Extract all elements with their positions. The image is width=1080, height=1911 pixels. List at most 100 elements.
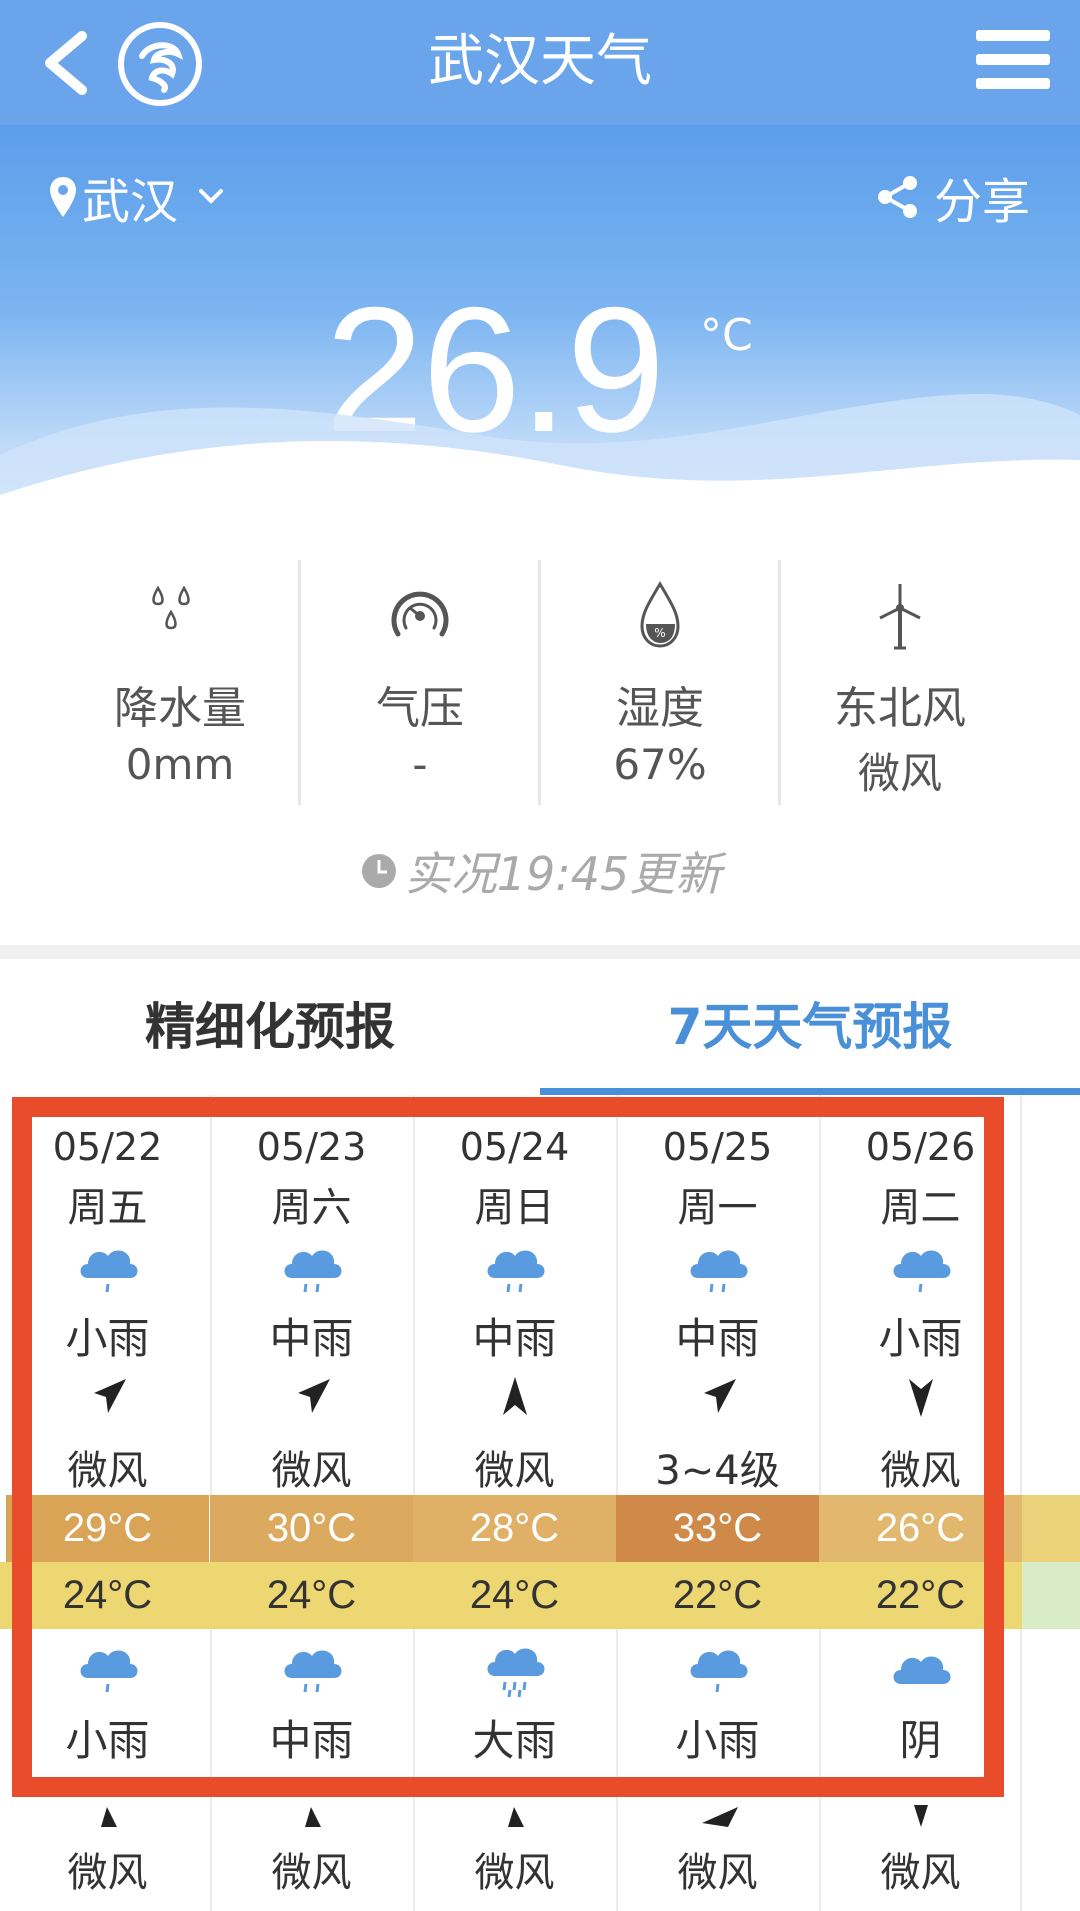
low-temp: 22°C xyxy=(616,1562,819,1629)
moderate-rain-icon xyxy=(210,1240,413,1300)
forecast-weekday: 周二 xyxy=(880,1185,961,1231)
forecast-day[interactable]: 05/23 周六 中雨 微风 30°C 24°C 中雨 微风 xyxy=(210,1095,413,1911)
low-temp: 24°C xyxy=(210,1562,413,1629)
tab-7day-forecast[interactable]: 7天天气预报 xyxy=(540,965,1080,1090)
light-rain-icon xyxy=(616,1640,819,1700)
wind-direction-arrow-icon xyxy=(6,1375,209,1425)
update-text: 实况19:45更新 xyxy=(404,847,722,901)
low-temp-band-edge xyxy=(1020,1562,1080,1629)
stat-humidity: % 湿度 67% xyxy=(540,560,780,805)
forecast-day[interactable]: 05/24 周日 中雨 微风 28°C 24°C 大雨 微风 xyxy=(413,1095,616,1911)
night-wind: 微风 xyxy=(880,1850,961,1896)
day-wind: 微风 xyxy=(880,1448,961,1494)
forecast-weekday: 周五 xyxy=(67,1185,148,1231)
forecast-day[interactable]: 05/22 周五 小雨 微风 29°C 24°C 小雨 微风 xyxy=(6,1095,209,1911)
pressure-gauge-icon xyxy=(391,591,449,637)
stat-label: 东北风 xyxy=(834,683,966,734)
section-divider xyxy=(0,945,1080,959)
day-condition: 中雨 xyxy=(269,1314,354,1363)
stat-value: 微风 xyxy=(857,749,942,798)
low-temp: 24°C xyxy=(413,1562,616,1629)
wind-direction-arrow-icon xyxy=(413,1375,616,1425)
cloudy-icon xyxy=(819,1640,1022,1700)
humidity-drop-icon: % xyxy=(640,581,680,648)
light-rain-icon xyxy=(819,1240,1022,1300)
forecast-grid[interactable]: 05/22 周五 小雨 微风 29°C 24°C 小雨 微风 05/23 周六 … xyxy=(0,1095,1080,1911)
active-tab-indicator xyxy=(540,1088,1080,1095)
page-title: 武汉天气 xyxy=(428,29,652,94)
share-icon xyxy=(877,176,917,218)
night-condition: 小雨 xyxy=(65,1716,150,1765)
high-temp: 28°C xyxy=(413,1495,616,1562)
forecast-date: 05/26 xyxy=(865,1125,976,1169)
night-condition: 阴 xyxy=(899,1716,942,1765)
current-weather-hero: 武汉 分享 26.9 °C xyxy=(0,125,1080,545)
night-wind: 微风 xyxy=(677,1850,758,1896)
forecast-weekday: 周一 xyxy=(677,1185,758,1231)
forecast-day[interactable]: 05/25 周一 中雨 3~4级 33°C 22°C 小雨 微风 xyxy=(616,1095,819,1911)
svg-text:%: % xyxy=(654,626,665,640)
wind-turbine-icon xyxy=(879,584,921,650)
raindrops-icon xyxy=(152,585,190,630)
stat-precipitation: 降水量 0mm xyxy=(60,560,300,805)
day-wind: 微风 xyxy=(67,1448,148,1494)
wind-direction-arrow-icon xyxy=(819,1375,1022,1425)
forecast-weekday: 周六 xyxy=(271,1185,352,1231)
wave-decoration xyxy=(0,394,1080,545)
moderate-rain-icon xyxy=(210,1640,413,1700)
high-temp: 30°C xyxy=(210,1495,413,1562)
wind-direction-arrow-icon xyxy=(210,1375,413,1425)
night-condition: 大雨 xyxy=(472,1716,557,1765)
night-condition: 小雨 xyxy=(675,1716,760,1765)
update-time: 实况19:45更新 xyxy=(0,838,1080,904)
stat-wind: 东北风 微风 xyxy=(780,560,1020,805)
night-wind-arrow-icon xyxy=(616,1797,819,1827)
light-rain-icon xyxy=(6,1240,209,1300)
location-selector[interactable]: 武汉 xyxy=(48,165,228,230)
stat-value: 0mm xyxy=(125,740,235,789)
night-wind: 微风 xyxy=(474,1850,555,1896)
stat-pressure: 气压 - xyxy=(300,560,540,805)
moderate-rain-icon xyxy=(616,1240,819,1300)
high-temp: 33°C xyxy=(616,1495,819,1562)
menu-button[interactable] xyxy=(976,30,1050,90)
wind-direction-arrow-icon xyxy=(616,1375,819,1425)
night-wind-arrow-icon xyxy=(413,1797,616,1827)
location-pin-icon xyxy=(50,177,76,217)
stat-label: 湿度 xyxy=(616,683,704,734)
tab-detailed-forecast[interactable]: 精细化预报 xyxy=(0,965,540,1090)
forecast-date: 05/24 xyxy=(459,1125,570,1169)
moderate-rain-icon xyxy=(413,1240,616,1300)
day-condition: 小雨 xyxy=(65,1314,150,1363)
stat-label: 气压 xyxy=(376,683,464,734)
day-condition: 中雨 xyxy=(675,1314,760,1363)
day-wind: 3~4级 xyxy=(655,1448,780,1494)
night-condition: 中雨 xyxy=(269,1716,354,1765)
stat-label: 降水量 xyxy=(114,683,246,734)
chevron-down-icon xyxy=(199,189,224,204)
share-label: 分享 xyxy=(933,174,1030,230)
low-temp: 24°C xyxy=(6,1562,209,1629)
night-wind: 微风 xyxy=(67,1850,148,1896)
forecast-date: 05/23 xyxy=(256,1125,367,1169)
night-wind-arrow-icon xyxy=(6,1797,209,1827)
low-temp: 22°C xyxy=(819,1562,1022,1629)
heavy-rain-icon xyxy=(413,1640,616,1700)
night-wind-arrow-icon xyxy=(210,1797,413,1827)
top-nav-bar: 武汉天气 xyxy=(0,0,1080,125)
clock-icon xyxy=(361,854,396,888)
forecast-day[interactable]: 05/26 周二 小雨 微风 26°C 22°C 阴 微风 xyxy=(819,1095,1022,1911)
night-wind-arrow-icon xyxy=(819,1797,1022,1827)
weather-stats: 降水量 0mm 气压 - % 湿度 67% 东北风 微风 xyxy=(0,560,1080,810)
day-wind: 微风 xyxy=(474,1448,555,1494)
night-wind: 微风 xyxy=(271,1850,352,1896)
location-name: 武汉 xyxy=(82,174,179,230)
stat-value: 67% xyxy=(613,740,707,789)
stat-value: - xyxy=(412,740,428,789)
forecast-date: 05/22 xyxy=(52,1125,163,1169)
share-button[interactable]: 分享 xyxy=(876,165,1030,230)
day-wind: 微风 xyxy=(271,1448,352,1494)
forecast-weekday: 周日 xyxy=(474,1185,555,1231)
high-temp: 26°C xyxy=(819,1495,1022,1562)
day-condition: 中雨 xyxy=(472,1314,557,1363)
